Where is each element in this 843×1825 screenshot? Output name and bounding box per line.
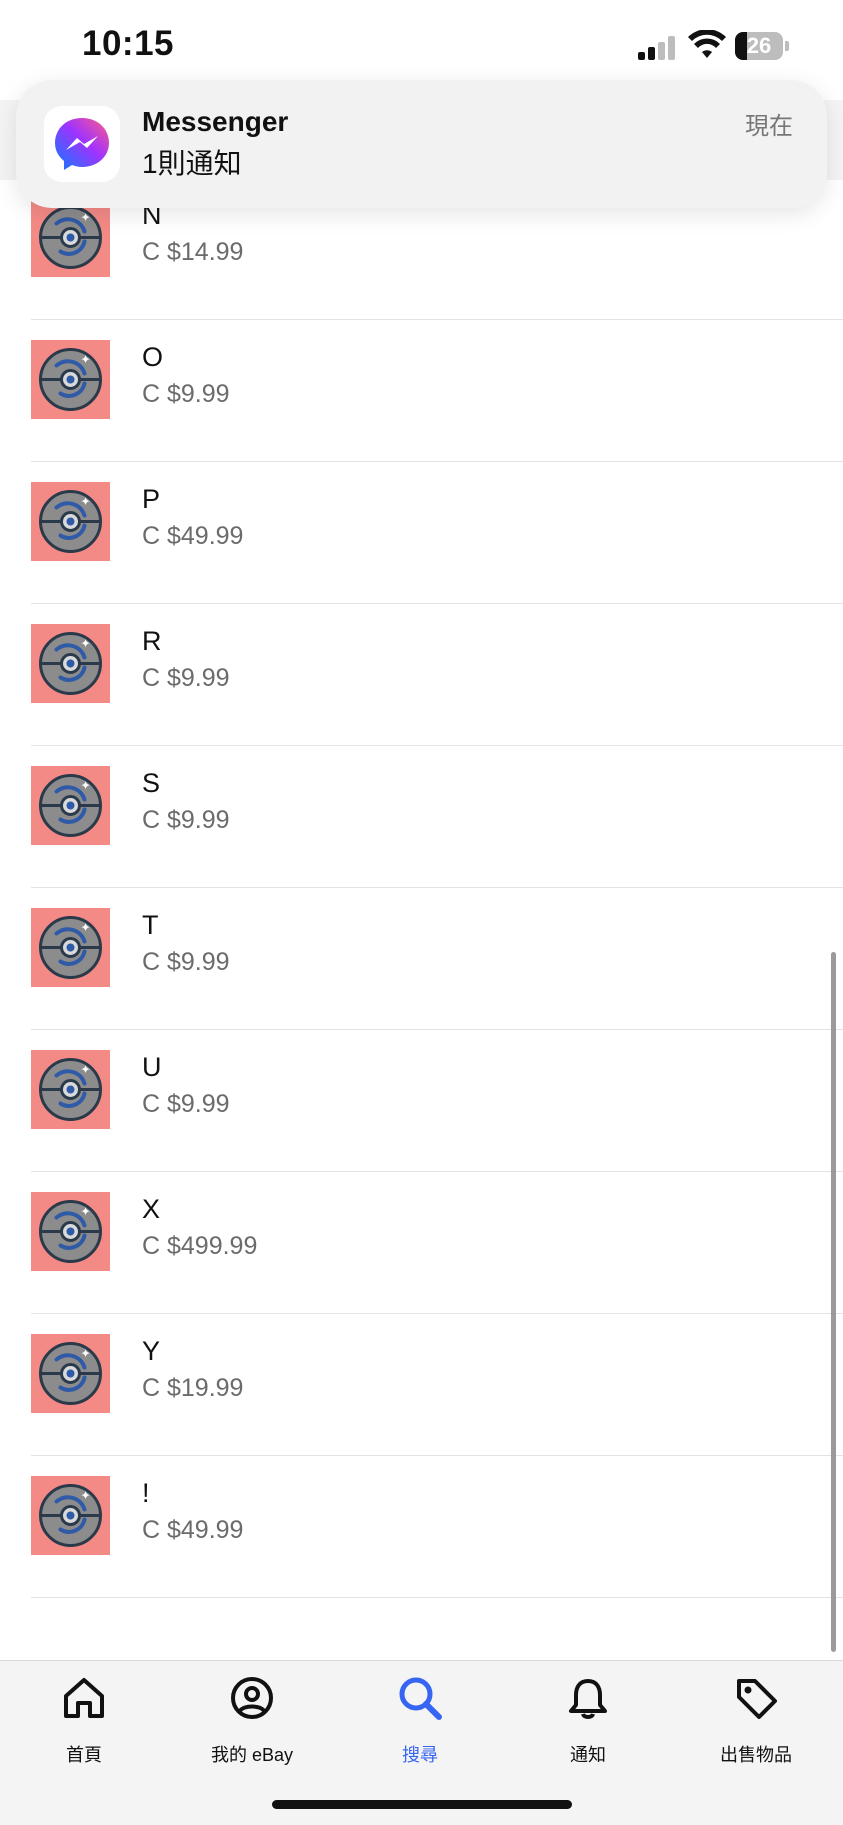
item-price: C $9.99 <box>142 664 230 692</box>
svg-text:✦: ✦ <box>81 1063 91 1077</box>
item-title: R <box>142 626 162 656</box>
pokeball-unown-icon: ✦ <box>39 632 102 695</box>
svg-text:✦: ✦ <box>81 211 91 225</box>
item-thumbnail: ✦ <box>31 908 110 987</box>
pokeball-unown-icon: ✦ <box>39 916 102 979</box>
item-title: Y <box>142 1336 161 1366</box>
notification-time: 現在 <box>745 113 793 140</box>
notification-app-name: Messenger <box>142 106 289 137</box>
item-thumbnail: ✦ <box>31 1334 110 1413</box>
pokeball-unown-icon: ✦ <box>39 1484 102 1547</box>
svg-text:✦: ✦ <box>81 1347 91 1361</box>
tab-search-label: 搜尋 <box>402 1745 438 1765</box>
scrollbar[interactable] <box>831 952 836 1652</box>
notification-message: 1則通知 <box>142 148 242 179</box>
pokeball-unown-icon: ✦ <box>39 1200 102 1263</box>
item-price: C $14.99 <box>142 238 244 266</box>
svg-text:✦: ✦ <box>81 353 91 367</box>
list-item[interactable]: ✦ ! C $49.99 <box>0 1456 843 1598</box>
tab-notifications-label: 通知 <box>570 1745 606 1765</box>
svg-text:✦: ✦ <box>81 1489 91 1503</box>
list-item[interactable]: ✦ Y C $19.99 <box>0 1314 843 1456</box>
item-thumbnail: ✦ <box>31 198 110 277</box>
list-item[interactable]: ✦ R C $9.99 <box>0 604 843 746</box>
status-time: 10:15 <box>82 24 175 63</box>
item-thumbnail: ✦ <box>31 1192 110 1271</box>
item-title: T <box>142 910 159 940</box>
list-item[interactable]: ✦ O C $9.99 <box>0 320 843 462</box>
home-icon <box>64 1678 104 1718</box>
item-title: ! <box>142 1478 150 1508</box>
messenger-icon <box>44 106 120 182</box>
item-title: O <box>142 342 164 372</box>
tab-home-label: 首頁 <box>66 1745 102 1765</box>
pokeball-unown-icon: ✦ <box>39 348 102 411</box>
list-item[interactable]: ✦ P C $49.99 <box>0 462 843 604</box>
item-title: X <box>142 1194 161 1224</box>
item-thumbnail: ✦ <box>31 482 110 561</box>
item-price: C $9.99 <box>142 806 230 834</box>
svg-text:✦: ✦ <box>81 1205 91 1219</box>
tab-my-ebay-label: 我的 eBay <box>210 1745 294 1765</box>
battery-indicator: 26 <box>735 32 783 60</box>
item-price: C $49.99 <box>142 522 244 550</box>
svg-text:✦: ✦ <box>81 637 91 651</box>
item-thumbnail: ✦ <box>31 624 110 703</box>
battery-level: 26 <box>746 33 772 58</box>
item-thumbnail: ✦ <box>31 340 110 419</box>
bell-icon <box>569 1679 607 1719</box>
pokeball-unown-icon: ✦ <box>39 1058 102 1121</box>
divider <box>31 1597 843 1598</box>
item-thumbnail: ✦ <box>31 1476 110 1555</box>
pokeball-unown-icon: ✦ <box>39 774 102 837</box>
cellular-signal-icon <box>638 36 678 60</box>
svg-text:✦: ✦ <box>81 495 91 509</box>
item-price: C $9.99 <box>142 948 230 976</box>
home-indicator[interactable] <box>272 1800 572 1809</box>
item-title: P <box>142 484 161 514</box>
item-title: U <box>142 1052 162 1082</box>
item-price: C $49.99 <box>142 1516 244 1544</box>
item-price: C $499.99 <box>142 1232 258 1260</box>
item-thumbnail: ✦ <box>31 766 110 845</box>
list-item[interactable]: ✦ X C $499.99 <box>0 1172 843 1314</box>
pokeball-unown-icon: ✦ <box>39 490 102 553</box>
tab-selling-label: 出售物品 <box>720 1745 792 1765</box>
item-price: C $9.99 <box>142 380 230 408</box>
list-item[interactable]: ✦ T C $9.99 <box>0 888 843 1030</box>
pokeball-unown-icon: ✦ <box>39 206 102 269</box>
tab-search[interactable]: 搜尋 <box>336 1661 504 1771</box>
item-price: C $19.99 <box>142 1374 244 1402</box>
tag-icon <box>737 1679 777 1719</box>
search-icon <box>399 1677 442 1720</box>
list-item[interactable]: ✦ S C $9.99 <box>0 746 843 888</box>
notification-banner[interactable]: Messenger 1則通知 現在 <box>16 80 827 208</box>
wifi-icon <box>688 30 726 58</box>
tab-home[interactable]: 首頁 <box>0 1661 168 1771</box>
list-item[interactable]: ✦ U C $9.99 <box>0 1030 843 1172</box>
svg-text:✦: ✦ <box>81 921 91 935</box>
item-price: C $9.99 <box>142 1090 230 1118</box>
tab-my-ebay[interactable]: 我的 eBay <box>168 1661 336 1771</box>
battery-cap <box>785 41 789 51</box>
item-thumbnail: ✦ <box>31 1050 110 1129</box>
search-results-list: ✦ N C $14.99 ✦ O C $9.99 ✦ P C $49.99 ✦ … <box>0 178 843 1598</box>
tab-selling[interactable]: 出售物品 <box>672 1661 840 1771</box>
item-title: S <box>142 768 161 798</box>
pokeball-unown-icon: ✦ <box>39 1342 102 1405</box>
tab-notifications[interactable]: 通知 <box>504 1661 672 1771</box>
svg-text:✦: ✦ <box>81 779 91 793</box>
user-circle-icon <box>231 1677 273 1719</box>
